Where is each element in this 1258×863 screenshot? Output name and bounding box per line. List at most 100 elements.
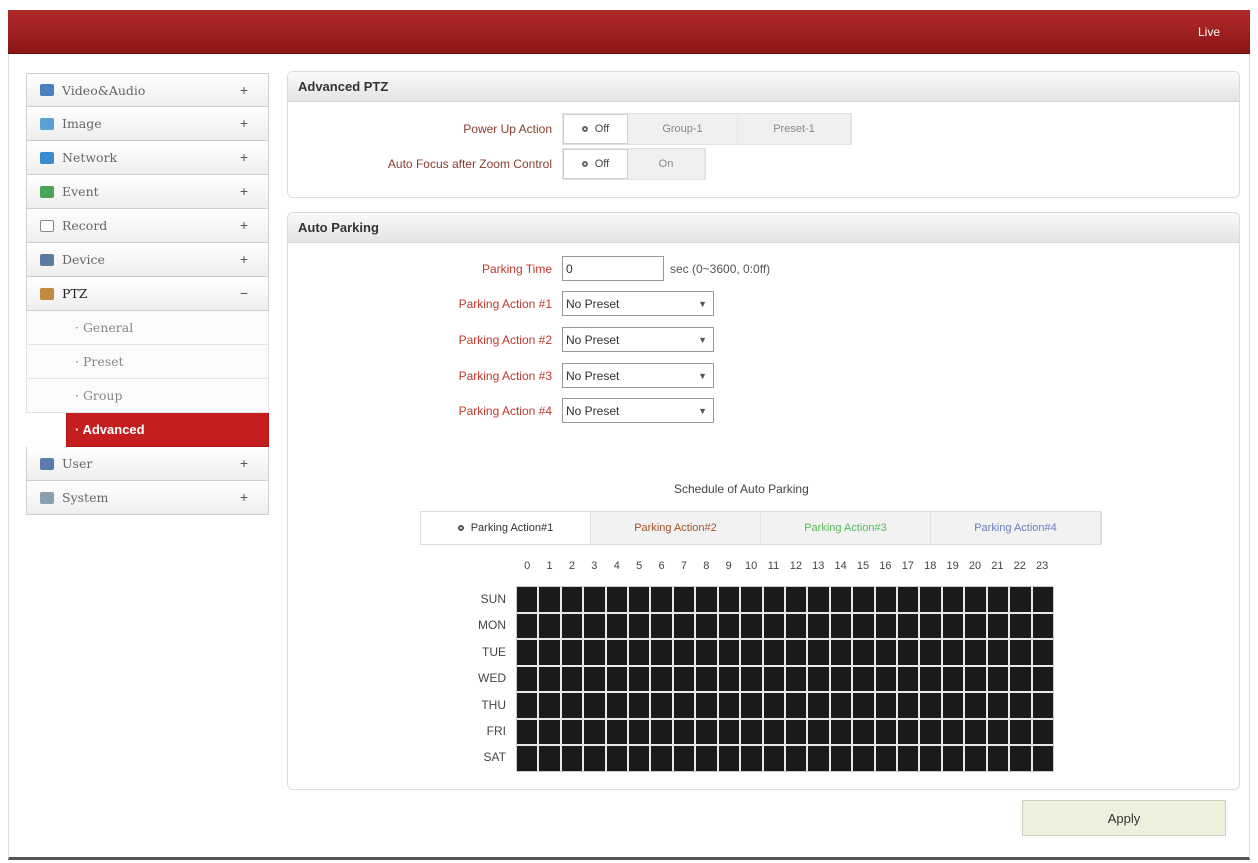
schedule-cell[interactable] (987, 719, 1009, 745)
schedule-cell[interactable] (561, 719, 583, 745)
schedule-cell[interactable] (584, 693, 605, 718)
schedule-cell[interactable] (606, 640, 628, 665)
schedule-cell[interactable] (853, 587, 874, 612)
sidebar-item-image[interactable]: Image + (26, 107, 269, 141)
sidebar-item-device[interactable]: Device + (26, 243, 269, 277)
schedule-cell[interactable] (763, 587, 784, 612)
schedule-cell[interactable] (1010, 693, 1031, 718)
schedule-cell[interactable] (853, 666, 874, 692)
schedule-cell[interactable] (808, 587, 829, 612)
sidebar-item-video-audio[interactable]: Video&Audio + (26, 73, 269, 107)
sidebar-subitem-group[interactable]: · Group (26, 379, 269, 413)
schedule-cell[interactable] (808, 666, 829, 692)
schedule-cell[interactable] (629, 640, 650, 665)
sidebar-subitem-preset[interactable]: · Preset (26, 345, 269, 379)
sidebar-item-event[interactable]: Event + (26, 175, 269, 209)
schedule-cell[interactable] (673, 693, 695, 718)
tab-parking-action-2[interactable]: Parking Action#2 (591, 512, 761, 544)
schedule-cell[interactable] (785, 587, 807, 612)
schedule-cell[interactable] (785, 613, 807, 639)
schedule-cell[interactable] (965, 746, 986, 771)
schedule-cell[interactable] (1010, 613, 1031, 639)
schedule-cell[interactable] (651, 640, 672, 665)
schedule-cell[interactable] (965, 613, 986, 639)
tab-parking-action-1[interactable]: Parking Action#1 (421, 512, 591, 544)
schedule-cell[interactable] (942, 693, 964, 718)
schedule-cell[interactable] (584, 719, 605, 745)
schedule-cell[interactable] (673, 587, 695, 612)
schedule-cell[interactable] (584, 613, 605, 639)
schedule-cell[interactable] (987, 613, 1009, 639)
schedule-cell[interactable] (987, 746, 1009, 771)
schedule-cell[interactable] (673, 613, 695, 639)
schedule-cell[interactable] (539, 693, 560, 718)
schedule-cell[interactable] (673, 666, 695, 692)
schedule-cell[interactable] (965, 587, 986, 612)
schedule-cell[interactable] (785, 746, 807, 771)
schedule-cell[interactable] (539, 587, 560, 612)
schedule-cell[interactable] (965, 719, 986, 745)
schedule-cell[interactable] (629, 666, 650, 692)
schedule-cell[interactable] (1010, 746, 1031, 771)
schedule-cell[interactable] (942, 613, 964, 639)
schedule-cell[interactable] (517, 587, 538, 612)
schedule-cell[interactable] (741, 693, 762, 718)
schedule-cell[interactable] (875, 587, 897, 612)
schedule-cell[interactable] (696, 587, 717, 612)
tab-parking-action-3[interactable]: Parking Action#3 (761, 512, 931, 544)
schedule-cell[interactable] (875, 640, 897, 665)
schedule-cell[interactable] (561, 746, 583, 771)
schedule-cell[interactable] (718, 666, 740, 692)
schedule-cell[interactable] (808, 613, 829, 639)
schedule-cell[interactable] (763, 719, 784, 745)
schedule-cell[interactable] (987, 666, 1009, 692)
schedule-cell[interactable] (965, 693, 986, 718)
schedule-cell[interactable] (853, 613, 874, 639)
schedule-cell[interactable] (629, 746, 650, 771)
schedule-cell[interactable] (853, 719, 874, 745)
schedule-cell[interactable] (606, 746, 628, 771)
schedule-cell[interactable] (920, 640, 941, 665)
schedule-cell[interactable] (808, 640, 829, 665)
schedule-cell[interactable] (651, 719, 672, 745)
schedule-cell[interactable] (830, 666, 852, 692)
schedule-cell[interactable] (561, 587, 583, 612)
schedule-cell[interactable] (651, 666, 672, 692)
schedule-cell[interactable] (875, 746, 897, 771)
schedule-cell[interactable] (830, 719, 852, 745)
schedule-cell[interactable] (942, 719, 964, 745)
schedule-cell[interactable] (830, 613, 852, 639)
schedule-cell[interactable] (651, 613, 672, 639)
schedule-cell[interactable] (987, 640, 1009, 665)
schedule-cell[interactable] (808, 746, 829, 771)
schedule-cell[interactable] (584, 666, 605, 692)
schedule-cell[interactable] (1010, 666, 1031, 692)
schedule-cell[interactable] (718, 719, 740, 745)
schedule-cell[interactable] (651, 587, 672, 612)
schedule-cell[interactable] (898, 640, 919, 665)
schedule-cell[interactable] (539, 666, 560, 692)
schedule-cell[interactable] (987, 693, 1009, 718)
schedule-cell[interactable] (584, 587, 605, 612)
schedule-cell[interactable] (517, 693, 538, 718)
schedule-cell[interactable] (517, 666, 538, 692)
schedule-cell[interactable] (830, 693, 852, 718)
schedule-cell[interactable] (830, 640, 852, 665)
schedule-cell[interactable] (1032, 746, 1053, 771)
apply-button[interactable]: Apply (1022, 800, 1226, 836)
schedule-cell[interactable] (1032, 719, 1053, 745)
schedule-cell[interactable] (539, 746, 560, 771)
schedule-cell[interactable] (920, 693, 941, 718)
schedule-cell[interactable] (741, 640, 762, 665)
schedule-cell[interactable] (606, 613, 628, 639)
sidebar-item-network[interactable]: Network + (26, 141, 269, 175)
schedule-cell[interactable] (875, 613, 897, 639)
schedule-cell[interactable] (696, 693, 717, 718)
schedule-cell[interactable] (965, 666, 986, 692)
schedule-cell[interactable] (517, 719, 538, 745)
schedule-cell[interactable] (898, 693, 919, 718)
auto-focus-off-option[interactable]: Off (563, 149, 628, 179)
schedule-cell[interactable] (763, 693, 784, 718)
schedule-cell[interactable] (830, 587, 852, 612)
schedule-cell[interactable] (763, 666, 784, 692)
